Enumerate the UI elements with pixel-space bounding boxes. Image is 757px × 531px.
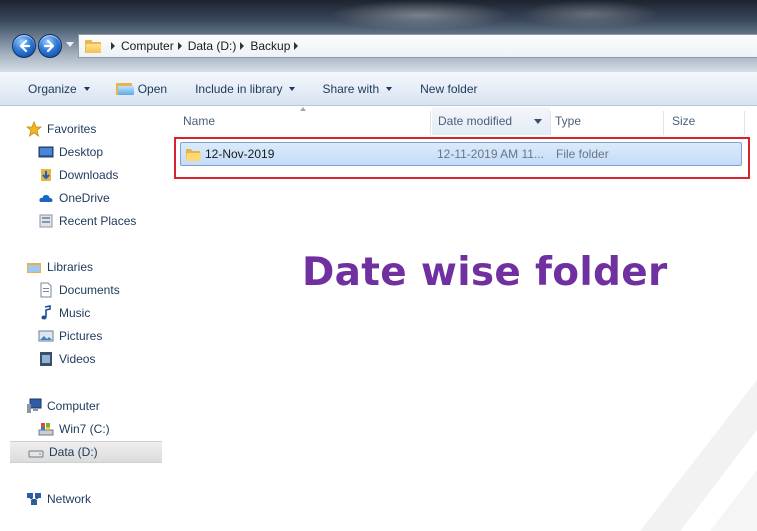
table-row[interactable]: 12-Nov-2019 12-11-2019 AM 11... File fol…	[180, 142, 742, 166]
file-name: 12-Nov-2019	[205, 147, 275, 161]
downloads-icon	[38, 167, 54, 183]
forward-button[interactable]	[38, 34, 62, 58]
chevron-down-icon	[386, 86, 393, 91]
column-separator[interactable]	[744, 111, 745, 135]
nav-libraries[interactable]: Libraries	[26, 256, 192, 278]
nav-recent-places-label: Recent Places	[59, 214, 137, 228]
breadcrumb-arrow-icon[interactable]	[177, 42, 182, 50]
column-header-name[interactable]: Name	[183, 107, 215, 135]
nav-computer[interactable]: Computer	[26, 395, 192, 417]
open-label: Open	[137, 81, 168, 96]
network-icon	[26, 491, 42, 507]
new-folder-label: New folder	[420, 81, 478, 96]
file-date-modified: 12-11-2019 AM 11...	[437, 147, 544, 161]
column-header-size-label: Size	[672, 114, 696, 128]
breadcrumb: Computer Data (D:) Backup	[107, 39, 304, 53]
nav-favorites-label: Favorites	[47, 122, 97, 136]
chevron-down-icon	[83, 86, 90, 91]
system-drive-icon	[38, 421, 54, 437]
window-title-bar: Computer Data (D:) Backup	[0, 0, 757, 72]
back-button[interactable]	[12, 34, 36, 58]
breadcrumb-backup[interactable]: Backup	[250, 39, 290, 53]
folder-icon	[85, 39, 101, 53]
back-arrow-icon	[19, 39, 31, 53]
nav-pictures-label: Pictures	[59, 329, 103, 343]
column-header-type[interactable]: Type	[555, 107, 581, 135]
watermark-logo	[640, 380, 757, 531]
nav-favorites[interactable]: Favorites	[26, 118, 192, 140]
video-icon	[38, 351, 54, 367]
nav-network[interactable]: Network	[26, 488, 192, 510]
nav-data-drive[interactable]: Data (D:)	[10, 441, 162, 463]
star-icon	[26, 121, 42, 137]
share-with-label: Share with	[322, 81, 380, 96]
breadcrumb-arrow-icon[interactable]	[240, 42, 245, 50]
folder-icon	[186, 149, 201, 161]
include-in-library-menu[interactable]: Include in library	[195, 72, 296, 106]
column-header-size[interactable]: Size	[672, 107, 695, 135]
forward-arrow-icon	[43, 39, 55, 53]
nav-desktop-label: Desktop	[59, 145, 104, 159]
chevron-down-icon	[289, 86, 296, 91]
nav-network-label: Network	[47, 492, 92, 506]
file-type: File folder	[556, 147, 609, 161]
column-separator[interactable]	[550, 111, 551, 135]
nav-win7-label: Win7 (C:)	[59, 422, 110, 436]
recent-places-icon	[38, 213, 54, 229]
new-folder-button[interactable]: New folder	[420, 72, 477, 106]
libraries-icon	[26, 259, 42, 275]
nav-videos-label: Videos	[59, 352, 96, 366]
organize-label: Organize	[28, 81, 77, 96]
nav-downloads-label: Downloads	[59, 168, 119, 182]
column-header-type-label: Type	[555, 114, 582, 128]
computer-icon	[26, 398, 42, 414]
breadcrumb-computer[interactable]: Computer	[121, 39, 174, 53]
share-with-menu[interactable]: Share with	[322, 72, 393, 106]
nav-libraries-label: Libraries	[47, 260, 94, 274]
nav-data-label: Data (D:)	[49, 445, 98, 459]
drive-icon	[28, 444, 44, 460]
annotation-caption: Date wise folder	[302, 250, 668, 295]
breadcrumb-arrow-icon[interactable]	[111, 42, 115, 50]
column-separator[interactable]	[663, 111, 664, 135]
navigation-pane: Favorites Desktop Downloads OneDrive Rec…	[0, 107, 166, 531]
nav-onedrive-label: OneDrive	[59, 191, 110, 205]
document-icon	[38, 282, 54, 298]
breadcrumb-data-drive[interactable]: Data (D:)	[188, 39, 237, 53]
title-bar-glow	[520, 0, 660, 28]
include-in-library-label: Include in library	[195, 81, 283, 96]
column-header-date-label: Date modified	[438, 114, 513, 128]
nav-computer-label: Computer	[47, 399, 100, 413]
music-note-icon	[38, 305, 54, 321]
cloud-icon	[38, 190, 54, 206]
breadcrumb-arrow-icon[interactable]	[294, 42, 299, 50]
pictures-icon	[38, 328, 54, 344]
recent-pages-dropdown[interactable]	[66, 42, 74, 47]
title-bar-glow	[330, 0, 510, 30]
column-separator[interactable]	[430, 111, 431, 135]
column-header-name-label: Name	[183, 114, 216, 128]
open-folder-icon	[115, 82, 134, 96]
address-bar[interactable]: Computer Data (D:) Backup	[78, 34, 757, 58]
nav-music-label: Music	[59, 306, 91, 320]
nav-documents-label: Documents	[59, 283, 120, 297]
sort-ascending-icon	[300, 107, 306, 111]
desktop-icon	[38, 144, 54, 160]
command-bar: Organize Open Include in library Share w…	[0, 72, 757, 106]
organize-menu[interactable]: Organize	[28, 72, 90, 106]
column-filter-dropdown-icon[interactable]	[534, 119, 542, 124]
open-button[interactable]: Open	[115, 72, 168, 106]
column-header-date-modified[interactable]: Date modified	[438, 107, 512, 135]
